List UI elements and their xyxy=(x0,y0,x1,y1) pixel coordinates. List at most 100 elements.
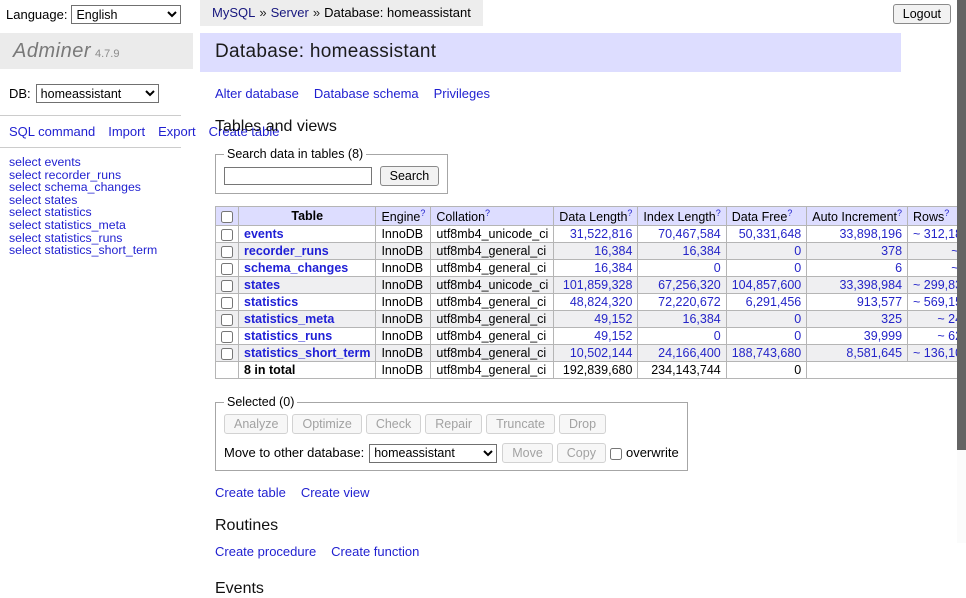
cell-data-free[interactable]: 0 xyxy=(726,311,807,328)
sidebar-select-link[interactable]: select statistics_short_term xyxy=(9,244,193,257)
table-name-link[interactable]: statistics xyxy=(244,295,298,309)
table-name-link[interactable]: statistics_runs xyxy=(244,329,332,343)
table-name-link[interactable]: statistics_meta xyxy=(244,312,334,326)
cell-auto-increment[interactable]: 33,398,984 xyxy=(807,277,908,294)
check-button[interactable]: Check xyxy=(366,414,421,434)
cell-data-length[interactable]: 10,502,144 xyxy=(554,345,638,362)
cell-data-length[interactable]: 49,152 xyxy=(554,311,638,328)
row-checkbox[interactable] xyxy=(221,280,233,292)
action-link[interactable]: Alter database xyxy=(215,86,299,101)
cell-data-free[interactable]: 50,331,648 xyxy=(726,226,807,243)
cell-data-length[interactable]: 101,859,328 xyxy=(554,277,638,294)
cell-index-length[interactable]: 70,467,584 xyxy=(638,226,726,243)
action-link[interactable]: Create table xyxy=(215,485,286,500)
sidebar-action-link[interactable]: Import xyxy=(108,124,145,139)
database-action-links: Alter database Database schema Privileges xyxy=(215,86,901,101)
table-name-link[interactable]: recorder_runs xyxy=(244,244,329,258)
cell-index-length[interactable]: 16,384 xyxy=(638,311,726,328)
row-checkbox[interactable] xyxy=(221,331,233,343)
cell-index-length[interactable]: 67,256,320 xyxy=(638,277,726,294)
column-help-link[interactable]: ? xyxy=(787,208,792,218)
cell-data-free[interactable]: 6,291,456 xyxy=(726,294,807,311)
action-link[interactable]: Create view xyxy=(301,485,370,500)
sidebar-select-link[interactable]: select statistics_meta xyxy=(9,219,193,232)
sidebar-action-link[interactable]: Export xyxy=(158,124,196,139)
cell-data-length[interactable]: 16,384 xyxy=(554,260,638,277)
column-header: Auto Increment? xyxy=(807,207,908,226)
truncate-button[interactable]: Truncate xyxy=(486,414,555,434)
cell-data-free[interactable]: 0 xyxy=(726,243,807,260)
search-button[interactable]: Search xyxy=(380,166,440,186)
cell-data-length[interactable]: 31,522,816 xyxy=(554,226,638,243)
action-link[interactable]: Create procedure xyxy=(215,544,316,559)
cell-data-length[interactable]: 48,824,320 xyxy=(554,294,638,311)
language-select[interactable]: English xyxy=(71,5,181,24)
scrollbar-thumb[interactable] xyxy=(957,0,966,450)
cell-data-free[interactable]: 104,857,600 xyxy=(726,277,807,294)
analyze-button[interactable]: Analyze xyxy=(224,414,288,434)
cell-index-length[interactable]: 24,166,400 xyxy=(638,345,726,362)
breadcrumb-link-server[interactable]: Server xyxy=(271,5,309,20)
column-help-link[interactable]: ? xyxy=(420,208,425,218)
select-all-checkbox[interactable] xyxy=(221,211,233,223)
cell-table-name: statistics_short_term xyxy=(239,345,376,362)
search-input[interactable] xyxy=(224,167,372,185)
cell-auto-increment[interactable]: 33,898,196 xyxy=(807,226,908,243)
vertical-scrollbar[interactable] xyxy=(957,0,966,543)
column-help-link[interactable]: ? xyxy=(944,208,949,218)
table-name-link[interactable]: states xyxy=(244,278,280,292)
column-help-link[interactable]: ? xyxy=(897,208,902,218)
drop-button[interactable]: Drop xyxy=(559,414,606,434)
column-help-link[interactable]: ? xyxy=(627,208,632,218)
cell-data-free[interactable]: 0 xyxy=(726,328,807,345)
sidebar-action-link[interactable]: SQL command xyxy=(9,124,95,139)
cell-index-length[interactable]: 16,384 xyxy=(638,243,726,260)
move-db-select[interactable]: homeassistant xyxy=(369,444,497,463)
action-link[interactable]: Create function xyxy=(331,544,419,559)
row-checkbox[interactable] xyxy=(221,246,233,258)
action-link[interactable]: Privileges xyxy=(434,86,490,101)
cell-data-length[interactable]: 16,384 xyxy=(554,243,638,260)
cell-auto-increment[interactable]: 39,999 xyxy=(807,328,908,345)
row-checkbox[interactable] xyxy=(221,263,233,275)
total-engine: InnoDB xyxy=(376,362,431,379)
table-row: statesInnoDButf8mb4_unicode_ci101,859,32… xyxy=(216,277,966,294)
row-checkbox[interactable] xyxy=(221,348,233,360)
row-checkbox[interactable] xyxy=(221,297,233,309)
column-help-link[interactable]: ? xyxy=(485,208,490,218)
optimize-button[interactable]: Optimize xyxy=(292,414,361,434)
table-name-link[interactable]: events xyxy=(244,227,284,241)
breadcrumb-link-mysql[interactable]: MySQL xyxy=(212,5,255,20)
copy-button[interactable]: Copy xyxy=(557,443,606,463)
db-select[interactable]: homeassistant xyxy=(36,84,159,103)
table-row: statistics_runsInnoDButf8mb4_general_ci4… xyxy=(216,328,966,345)
cell-index-length[interactable]: 72,220,672 xyxy=(638,294,726,311)
cell-index-length[interactable]: 0 xyxy=(638,328,726,345)
table-name-link[interactable]: statistics_short_term xyxy=(244,346,370,360)
cell-auto-increment[interactable]: 378 xyxy=(807,243,908,260)
main-content: Database: homeassistant Alter databaseDa… xyxy=(200,33,901,598)
cell-auto-increment[interactable]: 913,577 xyxy=(807,294,908,311)
cell-data-free[interactable]: 0 xyxy=(726,260,807,277)
cell-index-length[interactable]: 0 xyxy=(638,260,726,277)
sidebar-select-link[interactable]: select events xyxy=(9,156,193,169)
repair-button[interactable]: Repair xyxy=(425,414,482,434)
cell-table-name: statistics_runs xyxy=(239,328,376,345)
cell-auto-increment[interactable]: 8,581,645 xyxy=(807,345,908,362)
row-checkbox[interactable] xyxy=(221,229,233,241)
cell-data-free[interactable]: 188,743,680 xyxy=(726,345,807,362)
overwrite-label[interactable]: overwrite xyxy=(626,445,679,460)
sidebar-table-list: select eventsselect recorder_runsselect … xyxy=(0,148,193,257)
app-version: 4.7.9 xyxy=(95,48,119,60)
cell-auto-increment[interactable]: 6 xyxy=(807,260,908,277)
sidebar-select-link[interactable]: select schema_changes xyxy=(9,181,193,194)
move-button[interactable]: Move xyxy=(502,443,553,463)
row-checkbox[interactable] xyxy=(221,314,233,326)
table-name-link[interactable]: schema_changes xyxy=(244,261,348,275)
column-help-link[interactable]: ? xyxy=(716,208,721,218)
action-link[interactable]: Database schema xyxy=(314,86,419,101)
cell-data-length[interactable]: 49,152 xyxy=(554,328,638,345)
logout-button[interactable]: Logout xyxy=(893,4,951,24)
cell-auto-increment[interactable]: 325 xyxy=(807,311,908,328)
overwrite-checkbox[interactable] xyxy=(610,448,622,460)
